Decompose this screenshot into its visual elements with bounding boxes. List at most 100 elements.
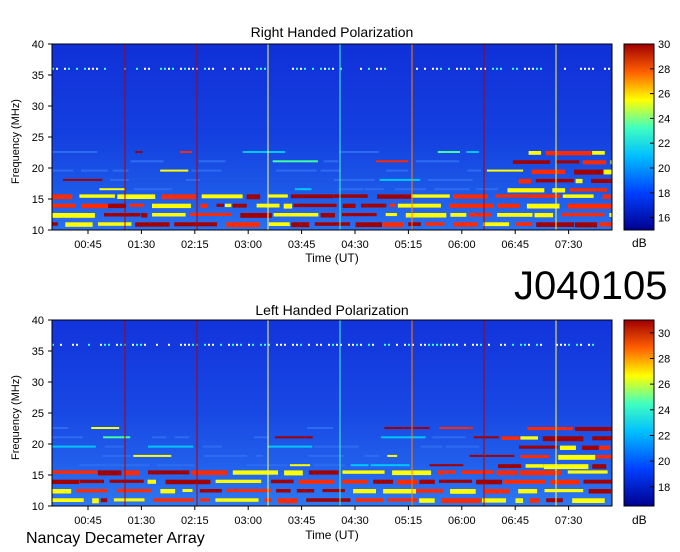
interference-dot [328, 343, 330, 346]
interference-dot [120, 343, 122, 346]
emission-segment [515, 498, 523, 503]
interference-dot [108, 343, 110, 346]
emission-segment [353, 489, 376, 494]
emission-segment [429, 464, 464, 467]
colorbar-tick-label: 28 [658, 353, 670, 365]
emission-segment [165, 479, 211, 485]
interference-dot [132, 343, 134, 346]
interference-dot [336, 343, 338, 346]
colorbar-tick-label: 26 [658, 379, 670, 391]
interference-dot [396, 343, 398, 346]
interference-dot [420, 343, 422, 346]
emission-segment [92, 498, 99, 504]
interference-dot [408, 343, 410, 346]
interference-dot [488, 343, 490, 346]
interference-dot [568, 343, 570, 346]
x-tick-label: 02:15 [181, 515, 209, 527]
interference-dot [188, 343, 190, 346]
panel-2-colorbar [623, 319, 655, 507]
y-tick-label: 35 [32, 346, 44, 358]
emission-segment [437, 470, 445, 475]
interference-dot [136, 343, 138, 346]
emission-segment [267, 445, 313, 448]
interference-dot [472, 343, 474, 346]
interference-dot [60, 343, 62, 346]
colorbar-tick-label: 22 [658, 430, 670, 442]
emission-segment [298, 479, 335, 484]
emission-segment [215, 479, 262, 483]
interference-dot [592, 343, 594, 346]
emission-segment [583, 479, 612, 484]
interference-dot [540, 343, 542, 346]
x-tick-label: 05:15 [395, 515, 423, 527]
emission-segment [306, 498, 351, 502]
emission-segment [160, 489, 176, 494]
interference-dot [88, 343, 90, 346]
interference-dot [180, 343, 182, 346]
interference-dot [504, 343, 506, 346]
emission-segment [599, 445, 611, 450]
x-tick-label: 03:00 [234, 515, 262, 527]
interference-dot [384, 343, 386, 346]
interference-dot [352, 343, 354, 346]
emission-segment [200, 498, 210, 502]
emission-segment [79, 464, 107, 467]
colorbar-tick-label: 18 [658, 482, 670, 494]
interference-dot [480, 343, 482, 346]
interference-dot [276, 343, 278, 346]
emission-segment [271, 479, 294, 484]
emission-segment [482, 498, 506, 503]
emission-segment [289, 464, 311, 467]
emission-segment [102, 454, 132, 457]
emission-segment [52, 479, 80, 484]
interference-dot [404, 343, 406, 346]
emission-segment [396, 479, 419, 485]
emission-segment [558, 454, 596, 460]
x-tick-label: 06:00 [448, 515, 476, 527]
interference-dot [76, 343, 78, 346]
emission-segment [113, 498, 145, 502]
emission-segment [52, 445, 96, 448]
colorbar-tick-label: 30 [658, 328, 670, 340]
emission-segment [202, 445, 222, 448]
interference-dot [104, 343, 106, 346]
emission-segment [450, 489, 476, 494]
interference-dot [316, 343, 318, 346]
panel-2-spectrogram: 10 15 20 25 30 35 40 00:45 01:30 02:15 03:00 03:45… [32, 315, 671, 527]
interference-dot [448, 343, 450, 346]
emission-segment [246, 464, 288, 467]
interference-dot [512, 343, 514, 346]
emission-segment [152, 498, 194, 502]
emission-segment [596, 454, 612, 459]
x-tick-label: 00:45 [74, 515, 102, 527]
emission-segment [52, 427, 69, 429]
emission-segment [498, 464, 522, 468]
emission-segment [79, 479, 104, 484]
interference-dot [204, 343, 206, 346]
interference-dot [292, 343, 294, 346]
interference-dot [264, 343, 266, 346]
interference-dot [440, 343, 442, 346]
interference-dot [236, 343, 238, 346]
interference-dot [192, 343, 194, 346]
y-tick-label: 20 [32, 439, 44, 451]
emission-segment [582, 445, 599, 450]
footer-label: Nancay Decameter Array [26, 530, 205, 547]
interference-dot [368, 343, 370, 346]
emission-segment [546, 498, 563, 503]
interference-dot [300, 343, 302, 346]
emission-segment [174, 436, 189, 439]
emission-segment [370, 464, 410, 467]
interference-dot [100, 343, 102, 346]
emission-segment [52, 498, 84, 502]
interference-dot [232, 343, 234, 346]
interference-dot [436, 343, 438, 346]
emission-segment [469, 454, 515, 457]
emission-segment [525, 464, 544, 468]
emission-segment [416, 489, 443, 493]
interference-dot [260, 343, 262, 346]
interference-dot [536, 343, 538, 346]
emission-segment [445, 445, 480, 448]
emission-segment [567, 470, 608, 474]
emission-segment [276, 489, 291, 493]
